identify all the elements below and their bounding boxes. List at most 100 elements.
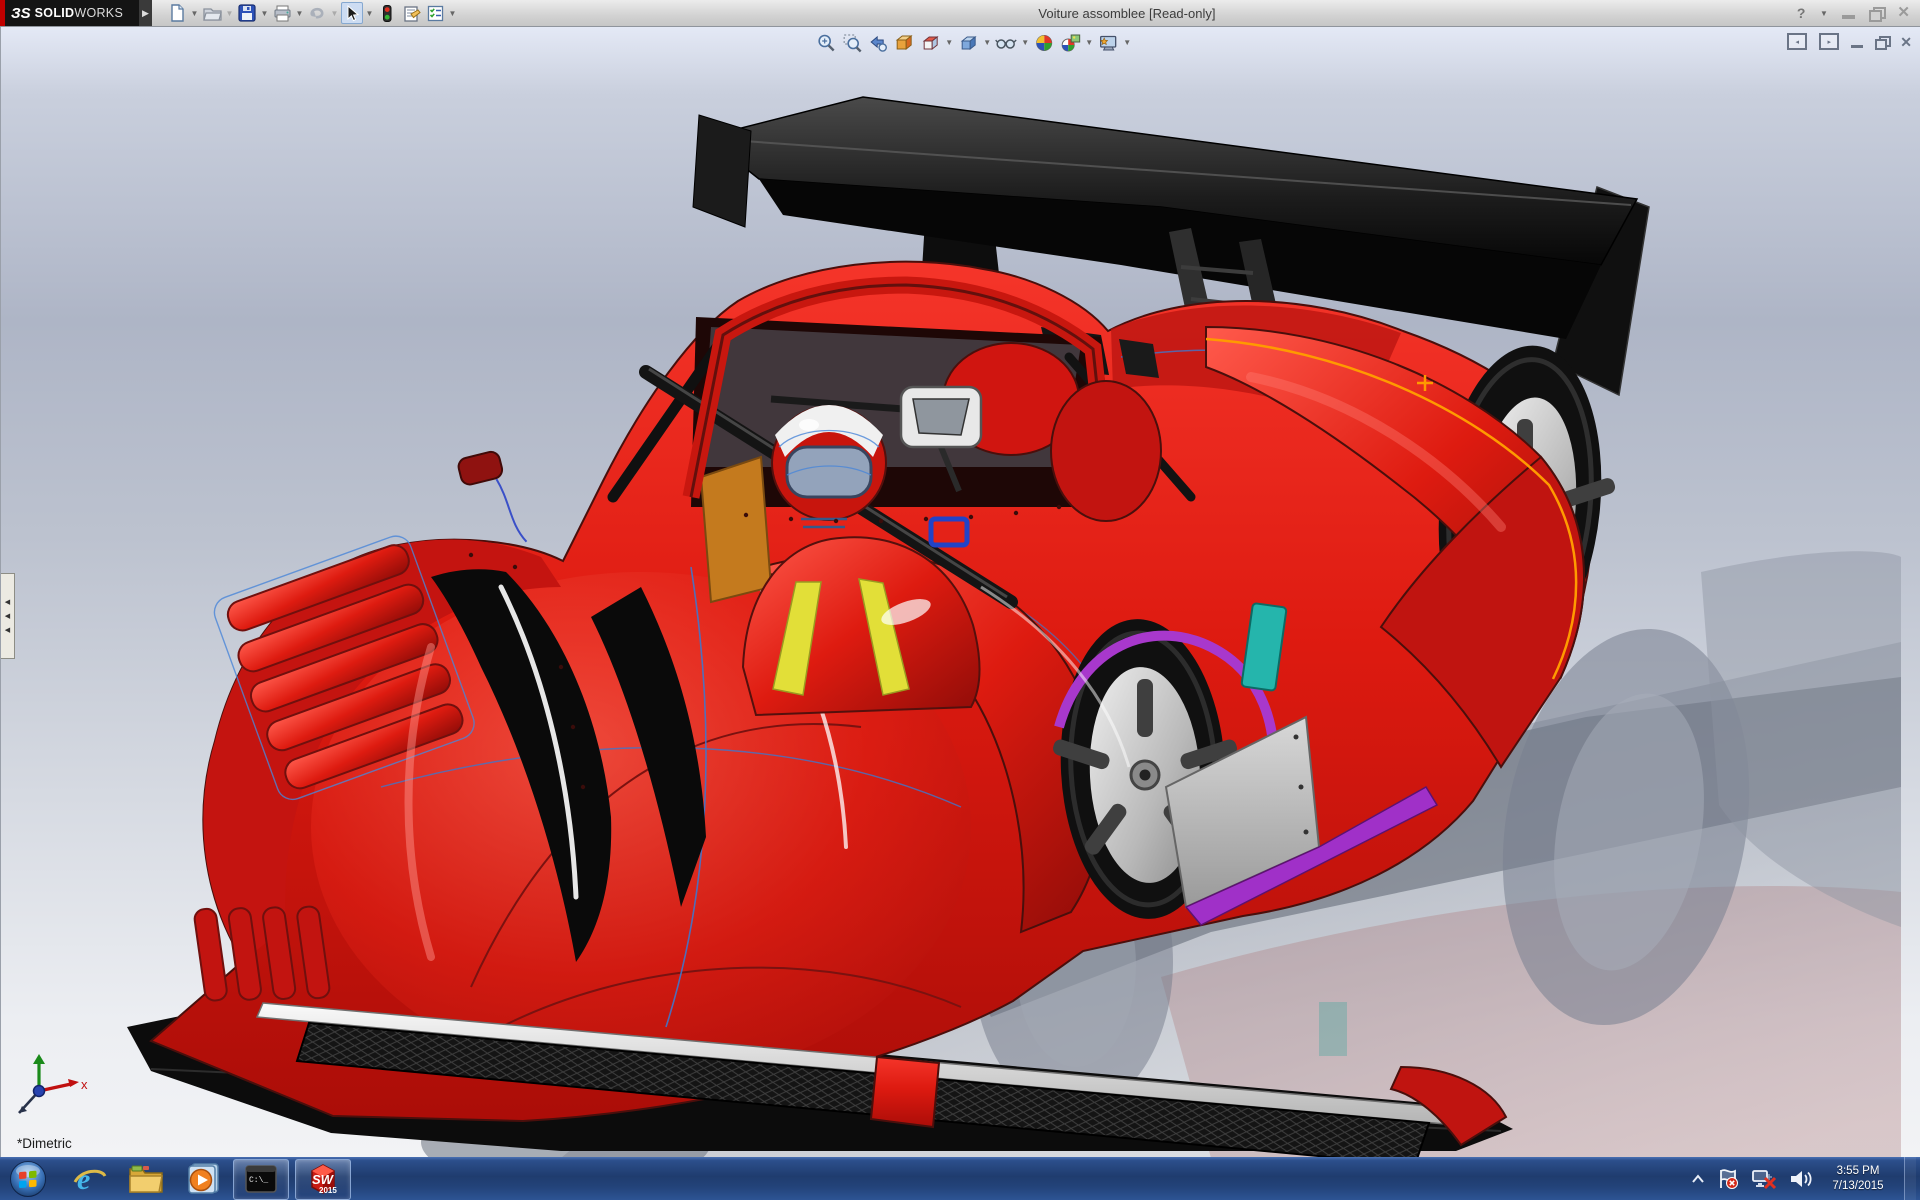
zoom-to-fit-button[interactable] xyxy=(815,32,838,53)
edit-appearance-icon xyxy=(1034,33,1054,53)
collapse-arrow-icon: ◀ xyxy=(5,614,10,619)
svg-text:e: e xyxy=(77,1163,90,1196)
display-style-dropdown[interactable]: ▼ xyxy=(983,38,992,47)
save-button[interactable] xyxy=(236,2,258,24)
document-close-button[interactable]: ✕ xyxy=(1900,37,1912,47)
open-dropdown[interactable]: ▼ xyxy=(225,9,234,18)
select-cursor-icon xyxy=(344,5,360,22)
help-button[interactable]: ? xyxy=(1797,5,1806,21)
undo-icon xyxy=(307,4,327,22)
zoom-to-area-icon xyxy=(842,33,862,53)
view-settings-icon xyxy=(1098,33,1119,53)
view-orientation-label: *Dimetric xyxy=(17,1136,72,1151)
show-hidden-icons-button[interactable] xyxy=(1691,1174,1705,1184)
display-style-icon xyxy=(958,33,978,53)
solidworks-logo-glyph: ЗS xyxy=(11,5,31,22)
apply-scene-button[interactable] xyxy=(1059,32,1082,53)
open-button[interactable] xyxy=(201,2,223,24)
help-dropdown[interactable]: ▼ xyxy=(1819,9,1828,18)
new-document-button[interactable] xyxy=(166,2,188,24)
collapse-arrow-icon: ◀ xyxy=(5,600,10,605)
solidworks-icon-letters: SW xyxy=(312,1172,335,1187)
zoom-to-fit-icon xyxy=(816,33,836,53)
triad-origin xyxy=(34,1086,45,1097)
document-minimize-button[interactable] xyxy=(1851,45,1863,48)
select-button[interactable] xyxy=(341,2,363,24)
command-prompt-label: C:\_ xyxy=(249,1176,268,1185)
file-properties-button[interactable] xyxy=(400,2,422,24)
view-orientation-dropdown[interactable]: ▼ xyxy=(945,38,954,47)
expand-panel-right-icon[interactable]: ▸ xyxy=(1819,33,1839,50)
open-icon xyxy=(203,4,222,22)
network-disconnected-icon xyxy=(1751,1168,1777,1190)
apply-scene-icon xyxy=(1060,33,1081,53)
rebuild-traffic-light-icon xyxy=(379,4,395,23)
title-bar: ЗS SOLIDWORKS ▶ ▼ ▼ ▼ ▼ ▼ ▼ ▼ Voitu xyxy=(0,0,1920,27)
helmet-visor xyxy=(787,447,871,497)
file-properties-icon xyxy=(402,4,421,23)
windows-taskbar: e C:\_ SW 2015 xyxy=(0,1157,1920,1200)
window-title: Voiture assomblee [Read-only] xyxy=(457,6,1797,21)
hide-show-items-dropdown[interactable]: ▼ xyxy=(1021,38,1030,47)
view-settings-button[interactable] xyxy=(1097,32,1120,53)
model-canvas-race-car[interactable] xyxy=(1,27,1920,1158)
system-tray: 3:55 PM 7/13/2015 xyxy=(1691,1157,1916,1200)
volume-icon[interactable] xyxy=(1788,1168,1812,1190)
command-prompt-icon: C:\_ xyxy=(245,1165,277,1193)
print-dropdown[interactable]: ▼ xyxy=(295,9,304,18)
start-button[interactable] xyxy=(8,1159,48,1199)
view-orientation-button[interactable] xyxy=(919,32,942,53)
taskbar-clock[interactable]: 3:55 PM 7/13/2015 xyxy=(1823,1164,1893,1194)
display-style-button[interactable] xyxy=(957,32,980,53)
collapse-panel-left-icon[interactable]: ◂ xyxy=(1787,33,1807,50)
flag-alert-icon xyxy=(1716,1168,1740,1190)
undo-dropdown[interactable]: ▼ xyxy=(330,9,339,18)
show-desktop-button[interactable] xyxy=(1904,1157,1916,1200)
logo-flyout-arrow[interactable]: ▶ xyxy=(139,0,152,26)
zoom-to-area-button[interactable] xyxy=(841,32,864,53)
taskbar-internet-explorer[interactable]: e xyxy=(70,1159,110,1199)
feature-manager-collapsed-tab[interactable]: ◀ ◀ ◀ xyxy=(1,573,15,659)
section-view-icon xyxy=(894,33,914,53)
taskbar-command-prompt[interactable]: C:\_ xyxy=(233,1159,289,1200)
orientation-triad: x xyxy=(7,1051,91,1123)
network-status-icon[interactable] xyxy=(1751,1168,1777,1190)
up-arrow-icon xyxy=(1691,1174,1705,1184)
options-dropdown[interactable]: ▼ xyxy=(448,9,457,18)
solidworks-app-icon: SW 2015 xyxy=(306,1162,340,1196)
rebuild-button[interactable] xyxy=(376,2,398,24)
graphics-viewport[interactable]: ▼ ▼ ▼ ▼ ▼ ◂ ▸ ✕ ◀ ◀ ◀ xyxy=(0,26,1920,1157)
folder-icon xyxy=(128,1163,164,1195)
windows-start-icon xyxy=(9,1160,47,1198)
minimize-button[interactable] xyxy=(1842,7,1855,19)
hide-show-items-button[interactable] xyxy=(995,32,1018,53)
view-orientation-icon xyxy=(920,33,940,53)
options-icon xyxy=(426,4,445,23)
print-icon xyxy=(273,4,292,22)
x-axis-label: x xyxy=(81,1077,88,1092)
document-restore-button[interactable] xyxy=(1875,36,1888,47)
save-dropdown[interactable]: ▼ xyxy=(260,9,269,18)
headsup-view-toolbar: ▼ ▼ ▼ ▼ ▼ xyxy=(815,32,1132,53)
main-toolbar: ▼ ▼ ▼ ▼ ▼ ▼ ▼ xyxy=(166,2,457,24)
taskbar-media-player[interactable] xyxy=(182,1159,222,1199)
media-player-icon xyxy=(184,1162,220,1196)
view-settings-dropdown[interactable]: ▼ xyxy=(1123,38,1132,47)
y-axis-arrow xyxy=(33,1054,45,1064)
close-button[interactable]: ✕ xyxy=(1897,7,1910,19)
previous-view-button[interactable] xyxy=(867,32,890,53)
restore-button[interactable] xyxy=(1869,7,1883,19)
taskbar-windows-explorer[interactable] xyxy=(126,1159,166,1199)
new-dropdown[interactable]: ▼ xyxy=(190,9,199,18)
undo-button[interactable] xyxy=(306,2,328,24)
section-view-button[interactable] xyxy=(893,32,916,53)
options-button[interactable] xyxy=(424,2,446,24)
taskbar-solidworks[interactable]: SW 2015 xyxy=(295,1159,351,1200)
select-dropdown[interactable]: ▼ xyxy=(365,9,374,18)
edit-appearance-button[interactable] xyxy=(1033,32,1056,53)
apply-scene-dropdown[interactable]: ▼ xyxy=(1085,38,1094,47)
action-center-icon[interactable] xyxy=(1716,1168,1740,1190)
solidworks-logo: ЗS SOLIDWORKS xyxy=(5,0,139,26)
print-button[interactable] xyxy=(271,2,293,24)
collapse-arrow-icon: ◀ xyxy=(5,628,10,633)
